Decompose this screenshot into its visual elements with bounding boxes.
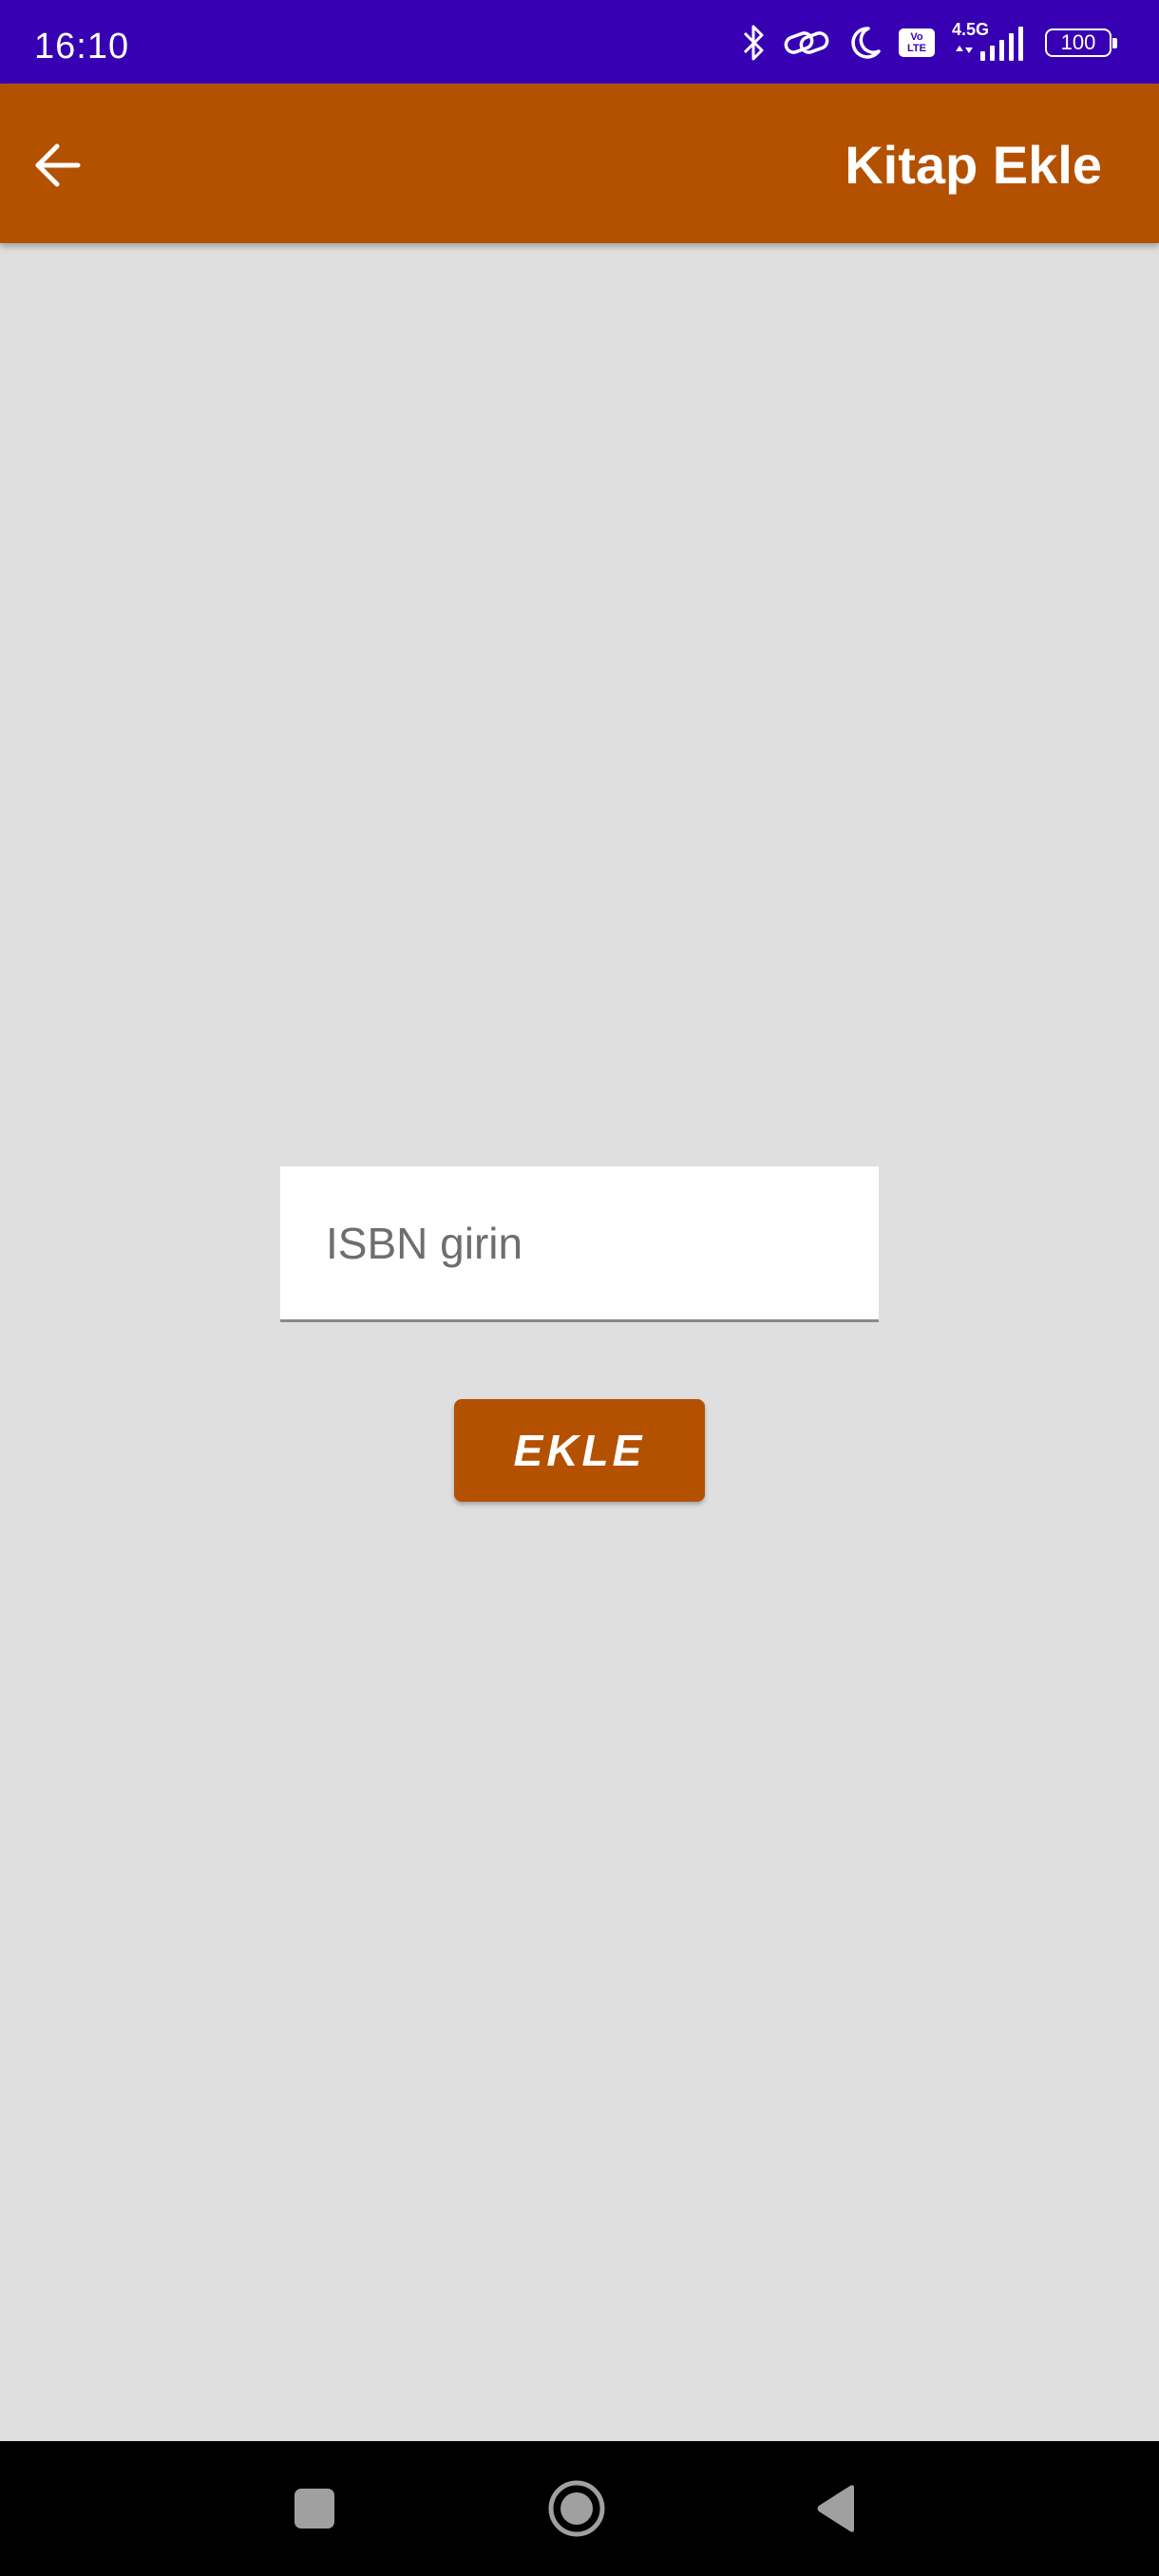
battery-level: 100 bbox=[1060, 30, 1096, 54]
isbn-input[interactable] bbox=[326, 1166, 858, 1319]
volte-top-label: Vo bbox=[910, 31, 923, 43]
bluetooth-icon bbox=[741, 24, 766, 62]
navigation-bar bbox=[0, 2441, 1159, 2576]
recents-square-icon bbox=[294, 2489, 334, 2529]
nav-back-button[interactable] bbox=[779, 2441, 893, 2576]
back-triangle-icon bbox=[817, 2485, 854, 2532]
status-time: 16:10 bbox=[34, 27, 130, 66]
status-icons: Vo LTE 4.5G 100 bbox=[741, 21, 1117, 63]
signal-block: 4.5G bbox=[952, 21, 1028, 63]
volte-bottom-label: LTE bbox=[907, 43, 926, 54]
add-button[interactable]: EKLE bbox=[454, 1399, 705, 1502]
link-icon bbox=[783, 26, 830, 60]
home-circle-icon bbox=[548, 2480, 605, 2537]
arrow-left-icon bbox=[35, 143, 81, 187]
back-button[interactable] bbox=[19, 127, 95, 203]
status-bar: 16:10 Vo LTE 4.5G 100 bbox=[0, 0, 1159, 84]
app-bar: Kitap Ekle bbox=[0, 84, 1159, 243]
volte-icon: Vo LTE bbox=[899, 28, 935, 57]
isbn-field[interactable] bbox=[280, 1166, 879, 1322]
home-button[interactable] bbox=[520, 2441, 634, 2576]
moon-icon bbox=[847, 25, 882, 61]
signal-icon bbox=[956, 27, 1023, 61]
battery-icon: 100 bbox=[1045, 28, 1117, 57]
page-title: Kitap Ekle bbox=[845, 135, 1102, 195]
recents-button[interactable] bbox=[257, 2441, 371, 2576]
